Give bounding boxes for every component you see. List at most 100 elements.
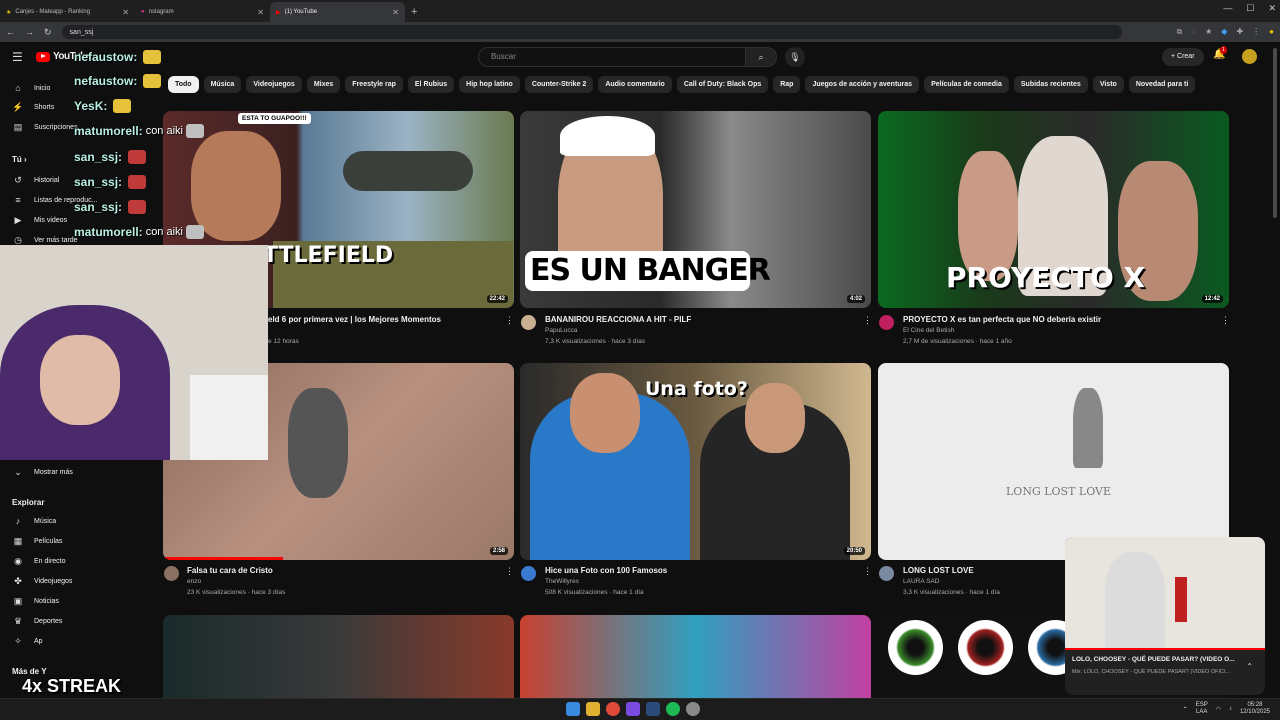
sidebar-you-header[interactable]: Tú › (12, 155, 27, 164)
chip-1[interactable]: Música (203, 76, 242, 93)
video-thumbnail[interactable] (163, 615, 514, 698)
chip-15[interactable]: Novedad para ti (1128, 76, 1196, 93)
channel-avatar[interactable] (879, 315, 894, 330)
address-bar[interactable]: san_ssj (61, 25, 1122, 39)
windows-start-icon[interactable] (566, 702, 580, 716)
puzzle-icon[interactable]: ✚ (1236, 27, 1243, 37)
back-icon[interactable]: ← (6, 27, 15, 37)
channel-avatar[interactable] (521, 315, 536, 330)
video-title[interactable]: Falsa tu cara de Cristo (187, 566, 273, 575)
more-options-icon[interactable]: ⋮ (505, 315, 514, 326)
browser-tab[interactable]: ● nstagram ✕ (135, 2, 270, 22)
spotify-icon[interactable] (666, 702, 680, 716)
more-options-icon[interactable]: ⋮ (863, 566, 872, 577)
profile-icon[interactable]: ● (1269, 27, 1274, 37)
chip-6[interactable]: Hip hop latino (459, 76, 520, 93)
menu-hamburger-icon[interactable]: ☰ (12, 50, 23, 64)
chip-13[interactable]: Subidas recientes (1013, 76, 1088, 93)
channel-avatar[interactable] (879, 566, 894, 581)
channel-avatar[interactable] (164, 566, 179, 581)
search-input[interactable]: Buscar (478, 47, 746, 67)
chip-11[interactable]: Juegos de acción y aventuras (805, 76, 920, 93)
chip-14[interactable]: Visto (1092, 76, 1124, 93)
eye-off-icon[interactable]: ◌ (1191, 27, 1196, 37)
chip-10[interactable]: Rap (773, 76, 801, 93)
more-options-icon[interactable]: ⋮ (863, 315, 872, 326)
reload-icon[interactable]: ↻ (44, 27, 52, 38)
more-options-icon[interactable]: ⋮ (505, 566, 514, 577)
new-tab-button[interactable]: + (405, 2, 423, 22)
chip-5[interactable]: El Rubius (407, 76, 455, 93)
chip-4[interactable]: Freestyle rap (345, 76, 403, 93)
discord-icon[interactable] (626, 702, 640, 716)
language-indicator[interactable]: ESP LAA (1196, 702, 1208, 716)
channel-name[interactable]: enzo (187, 578, 201, 585)
menu-icon[interactable]: ⋮ (1252, 27, 1260, 37)
maximize-icon[interactable]: ☐ (1246, 3, 1254, 14)
miniplayer-title[interactable]: LOLO, CHOOSEY - QUÉ PUEDE PASAR? (VIDEO … (1072, 656, 1235, 663)
chrome-icon[interactable] (606, 702, 620, 716)
chip-3[interactable]: Mixes (306, 76, 341, 93)
sidebar-item-subscriptions[interactable]: ▤ Suscripciones (12, 119, 78, 135)
close-icon[interactable]: ✕ (257, 8, 264, 17)
channel-name[interactable]: TheWillyrex (545, 578, 579, 585)
chip-2[interactable]: Videojuegos (246, 76, 302, 93)
sidebar-show-more[interactable]: ⌄ Mostrar más (12, 464, 73, 480)
extension-icon[interactable]: ◆ (1221, 27, 1227, 37)
bookmark-star-icon[interactable]: ★ (1205, 27, 1212, 37)
browser-tab[interactable]: ★ Canjes - Mateapp - Ranking ✕ (0, 2, 135, 22)
close-window-icon[interactable]: ✕ (1268, 3, 1276, 14)
more-options-icon[interactable]: ⋮ (1221, 315, 1230, 326)
chevron-up-icon[interactable]: ⌃ (1246, 662, 1253, 671)
video-thumbnail[interactable]: Una foto? 20:50 (520, 363, 871, 560)
sidebar-item-movies[interactable]: ▦ Películas (12, 533, 63, 549)
sidebar-item-news[interactable]: ▣ Noticias (12, 593, 59, 609)
video-title[interactable]: PROYECTO X es tan perfecta que NO deberí… (903, 315, 1101, 324)
forward-icon[interactable]: → (25, 27, 34, 37)
wifi-icon[interactable]: ◠ (1216, 706, 1221, 713)
sidebar-item-inicio[interactable]: ⌂ Inicio (12, 80, 50, 96)
chip-7[interactable]: Counter-Strike 2 (524, 76, 594, 93)
volume-icon[interactable]: ♪ (1229, 706, 1232, 712)
chip-0[interactable]: Todo (168, 76, 199, 93)
video-thumbnail[interactable]: PROYECTO X 12:42 (878, 111, 1229, 308)
chevron-up-icon[interactable]: ⌃ (1183, 706, 1188, 713)
file-explorer-icon[interactable] (586, 702, 600, 716)
mic-button[interactable]: 🎙 (785, 47, 805, 67)
sidebar-item-music[interactable]: ♪ Música (12, 513, 56, 529)
scrollbar[interactable] (1273, 48, 1277, 218)
miniplayer-video[interactable] (1065, 537, 1265, 650)
sidebar-item-my-videos[interactable]: ▶ Mis videos (12, 212, 68, 228)
chip-12[interactable]: Películas de comedia (924, 76, 1009, 93)
chip-9[interactable]: Call of Duty: Black Ops (676, 76, 769, 93)
channel-name[interactable]: PapuLucca (545, 327, 578, 334)
video-title[interactable]: eld 6 por primera vez | los Mejores Mome… (268, 315, 441, 324)
steam-icon[interactable] (646, 702, 660, 716)
install-icon[interactable]: ⧉ (1177, 27, 1183, 37)
avatar[interactable] (1242, 49, 1257, 64)
sidebar-item-history[interactable]: ↺ Historial (12, 172, 59, 188)
create-button[interactable]: + Crear (1162, 48, 1204, 66)
video-thumbnail[interactable] (520, 615, 871, 698)
video-title[interactable]: LONG LOST LOVE (903, 566, 974, 575)
browser-tab-active[interactable]: ▶ (1) YouTube ✕ (270, 2, 405, 22)
app-icon[interactable] (686, 702, 700, 716)
sidebar-item-learning[interactable]: ✧ Ap (12, 633, 42, 649)
close-icon[interactable]: ✕ (392, 8, 399, 17)
channel-name[interactable]: El Cine del Betish (903, 327, 954, 334)
video-thumbnail[interactable]: LONG LOST LOVE (878, 363, 1229, 560)
clock[interactable]: 05:28 12/10/2025 (1240, 702, 1270, 716)
channel-name[interactable]: LAURA SAD (903, 578, 940, 585)
sidebar-item-sports[interactable]: ♛ Deportes (12, 613, 62, 629)
sidebar-item-shorts[interactable]: ⚡ Shorts (12, 99, 54, 115)
video-thumbnail[interactable]: ES UN BANGER 4:02 (520, 111, 871, 308)
sidebar-item-gaming[interactable]: ✤ Videojuegos (12, 573, 72, 589)
video-title[interactable]: BANANIROU REACCIONA A HIT - PILF (545, 315, 691, 324)
chip-8[interactable]: Audio comentario (598, 76, 672, 93)
minimize-icon[interactable]: — (1223, 3, 1232, 14)
sidebar-item-live[interactable]: ◉ En directo (12, 553, 65, 569)
channel-avatar[interactable] (521, 566, 536, 581)
close-icon[interactable]: ✕ (122, 8, 129, 17)
video-title[interactable]: Hice una Foto con 100 Famosos (545, 566, 667, 575)
search-button[interactable]: ⌕ (745, 47, 777, 67)
